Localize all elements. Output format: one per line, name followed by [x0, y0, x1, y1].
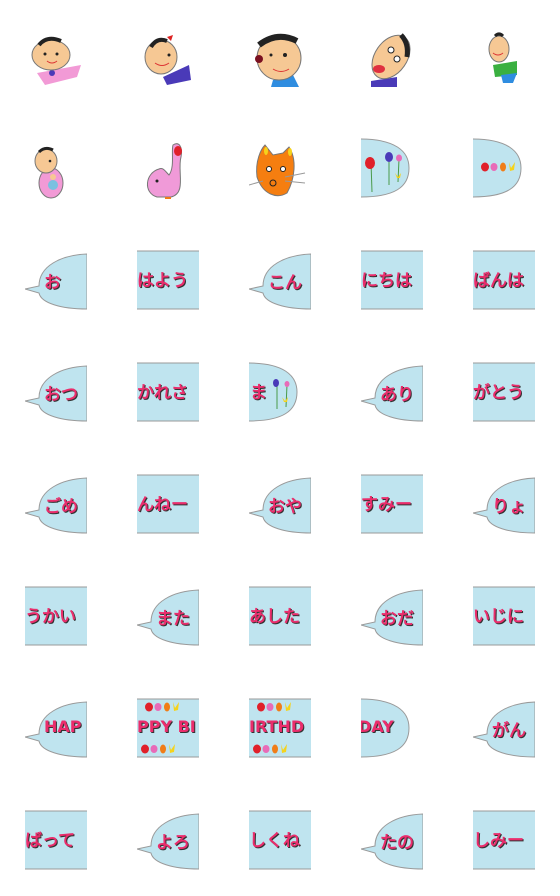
bubble-text: かれさ: [137, 383, 188, 403]
bubble-text: がとう: [473, 383, 524, 403]
bubble-text: また: [156, 609, 190, 629]
bubble-emoji-text[interactable]: しくね: [249, 809, 311, 871]
bubble-emoji-text[interactable]: にちは: [361, 249, 423, 311]
orange-cat-emoji[interactable]: [249, 137, 311, 199]
speech-bubble-right-icon: [473, 138, 522, 198]
bubble-text: HAP: [44, 717, 82, 736]
bubble-text: たの: [380, 833, 414, 853]
bubble-emoji-text[interactable]: お: [25, 249, 87, 311]
bubble-text: はよう: [137, 271, 188, 291]
boy-pink-shirt-icon: [31, 36, 81, 85]
girl-red-bow-emoji[interactable]: [137, 25, 199, 87]
bubble-text: ばんは: [473, 271, 524, 291]
bubble-emoji-text[interactable]: うかい: [25, 585, 87, 647]
bubble-emoji-text[interactable]: こん: [249, 249, 311, 311]
bubble-text: うかい: [25, 607, 76, 627]
emoji-grid: お はよう こん にちは ばんはおつ かれさ ま あり がとうごめ んねー おや すみー りょうかい ま…: [0, 0, 560, 896]
bubble-emoji-text[interactable]: がとう: [473, 361, 535, 423]
bubble-emoji-text[interactable]: DAY: [361, 697, 423, 759]
bubble-text: がん: [492, 721, 526, 741]
bubble-text: よろ: [156, 833, 190, 853]
bubble-emoji-text[interactable]: IRTHD: [249, 697, 311, 759]
bubble-emoji-text[interactable]: よろ: [137, 809, 199, 871]
bubble-emoji-text[interactable]: ばんは: [473, 249, 535, 311]
bubble-emoji-text[interactable]: いじに: [473, 585, 535, 647]
boy-green-shirt-emoji[interactable]: [473, 25, 535, 87]
speech-bubble-right-icon: [361, 138, 410, 198]
pink-elephant-icon: [147, 143, 182, 199]
bubble-text: いじに: [473, 607, 524, 627]
boy-shouting-icon: [371, 33, 411, 87]
boy-shouting-emoji[interactable]: [361, 25, 423, 87]
baby-with-doll-icon: [34, 146, 64, 199]
bubble-emoji-text[interactable]: しみー: [473, 809, 535, 871]
bubble-emoji-text[interactable]: がん: [473, 697, 535, 759]
bubble-text: りょ: [492, 497, 526, 517]
bubble-text: すみー: [361, 495, 412, 515]
bubble-text: ま: [250, 383, 267, 403]
bubble-text: お: [44, 273, 61, 293]
bubble-text: PPY BI: [137, 717, 196, 736]
bubble-emoji-text[interactable]: ごめ: [25, 473, 87, 535]
bubble-emoji-decoration[interactable]: [361, 137, 423, 199]
bubble-text: DAY: [361, 717, 394, 736]
baby-with-doll-emoji[interactable]: [25, 137, 87, 199]
bubble-text: しみー: [473, 831, 524, 851]
bubble-emoji-text[interactable]: ま: [249, 361, 311, 423]
boy-green-shirt-icon: [488, 32, 517, 83]
boy-big-head-emoji[interactable]: [249, 25, 311, 87]
bubble-emoji-text[interactable]: りょ: [473, 473, 535, 535]
bubble-emoji-text[interactable]: おつ: [25, 361, 87, 423]
bubble-emoji-text[interactable]: はよう: [137, 249, 199, 311]
orange-cat-icon: [249, 144, 306, 197]
bubble-emoji-text[interactable]: かれさ: [137, 361, 199, 423]
bubble-emoji-text[interactable]: すみー: [361, 473, 423, 535]
bubble-emoji-text[interactable]: たの: [361, 809, 423, 871]
bubble-text: ごめ: [44, 497, 78, 517]
bubble-emoji-text[interactable]: おや: [249, 473, 311, 535]
bubble-emoji-text[interactable]: ばって: [25, 809, 87, 871]
bubble-emoji-text[interactable]: PPY BI: [137, 697, 199, 759]
bubble-text: おつ: [44, 385, 78, 405]
bubble-text: にちは: [361, 271, 412, 291]
bubble-text: IRTHD: [249, 717, 305, 736]
bubble-emoji-text[interactable]: おだ: [361, 585, 423, 647]
bubble-text: あり: [380, 385, 414, 405]
bubble-text: おだ: [380, 609, 414, 629]
bubble-text: あした: [249, 607, 300, 627]
bubble-emoji-text[interactable]: HAP: [25, 697, 87, 759]
pink-elephant-emoji[interactable]: [137, 137, 199, 199]
bubble-emoji-text[interactable]: んねー: [137, 473, 199, 535]
bubble-emoji-text[interactable]: あり: [361, 361, 423, 423]
bubble-text: んねー: [137, 495, 188, 515]
bubble-text: しくね: [249, 831, 300, 851]
bubble-text: おや: [268, 497, 302, 517]
boy-big-head-icon: [255, 33, 302, 87]
bubble-emoji-text[interactable]: あした: [249, 585, 311, 647]
bubble-emoji-text[interactable]: また: [137, 585, 199, 647]
bubble-emoji-decoration[interactable]: [473, 137, 535, 199]
bubble-text: ばって: [25, 831, 76, 851]
boy-pink-shirt-emoji[interactable]: [25, 25, 87, 87]
bubble-text: こん: [268, 273, 302, 293]
girl-red-bow-icon: [144, 35, 191, 85]
